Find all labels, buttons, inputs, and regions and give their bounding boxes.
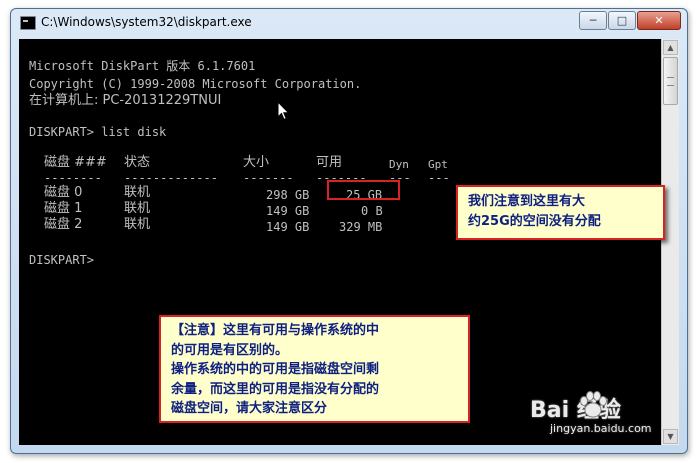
maximize-button[interactable]: □ xyxy=(608,11,636,30)
scroll-down-arrow-icon[interactable]: ▼ xyxy=(663,429,678,444)
close-button[interactable]: ✕ xyxy=(637,11,681,30)
baidu-paw-icon xyxy=(580,391,607,418)
divider-gpt: --- xyxy=(428,171,450,185)
row1-status: 联机 xyxy=(124,201,151,216)
row0-status: 联机 xyxy=(124,185,151,200)
minimize-button[interactable]: ─ xyxy=(579,11,607,30)
row0-disk: 磁盘 0 xyxy=(44,185,83,200)
command-prompt-list-disk: DISKPART> list disk xyxy=(29,125,167,139)
scroll-thumb[interactable] xyxy=(663,57,678,105)
header-dyn: Dyn xyxy=(389,158,409,171)
callout2-line5: 磁盘空间，请大家注意区分 xyxy=(171,401,328,416)
command-prompt-empty: DISKPART> xyxy=(29,253,95,267)
row1-size: 149 GB xyxy=(266,204,310,218)
title-bar[interactable]: C:\Windows\system32\diskpart.exe ─ □ ✕ xyxy=(11,9,687,37)
row2-free: 329 MB xyxy=(339,220,383,234)
header-disk: 磁盘 ### xyxy=(44,155,107,170)
computer-line: 在计算机上: PC-20131229TNUI xyxy=(29,93,222,108)
window-title: C:\Windows\system32\diskpart.exe xyxy=(41,15,252,29)
row2-status: 联机 xyxy=(124,217,151,232)
row1-disk: 磁盘 1 xyxy=(44,201,83,216)
free-space-highlight xyxy=(327,180,400,200)
version-line: Microsoft DiskPart 版本 6.1.7601 xyxy=(29,59,256,73)
header-free: 可用 xyxy=(316,155,343,170)
callout-free-difference: 【注意】这里有可用与操作系统的中 的可用是有区别的。 操作系统的中的可用是指磁盘… xyxy=(159,315,470,423)
row1-free: 0 B xyxy=(361,204,383,218)
window-controls: ─ □ ✕ xyxy=(578,11,681,30)
callout2-line3: 操作系统的中的可用是指磁盘空间剩 xyxy=(171,362,380,377)
console-app-icon xyxy=(20,16,36,30)
divider-disk: -------- xyxy=(44,171,102,185)
mouse-pointer-icon xyxy=(277,101,290,121)
callout2-line4: 余量，而这里的可用是指没有分配的 xyxy=(171,381,380,397)
header-size: 大小 xyxy=(243,155,270,170)
vertical-scrollbar[interactable]: ▲ ▼ xyxy=(661,39,679,445)
header-gpt: Gpt xyxy=(428,158,448,171)
callout1-line2: 约25G的空间没有分配 xyxy=(468,214,601,229)
callout2-line2: 的可用是有区别的。 xyxy=(171,342,289,358)
row0-size: 298 GB xyxy=(266,188,310,202)
watermark-url: jingyan.baidu.com xyxy=(550,422,652,435)
divider-size: ------- xyxy=(243,171,294,185)
copyright-line: Copyright (C) 1999-2008 Microsoft Corpor… xyxy=(29,77,362,91)
row2-disk: 磁盘 2 xyxy=(44,217,83,232)
divider-status: ------------- xyxy=(124,171,218,185)
scroll-up-arrow-icon[interactable]: ▲ xyxy=(663,40,678,55)
callout1-line1: 我们注意到这里有大 xyxy=(468,194,586,209)
callout2-line1: 【注意】这里有可用与操作系统的中 xyxy=(171,323,380,338)
callout-unallocated-25g: 我们注意到这里有大 约25G的空间没有分配 xyxy=(456,185,665,240)
row2-size: 149 GB xyxy=(266,220,310,234)
header-status: 状态 xyxy=(124,155,151,170)
